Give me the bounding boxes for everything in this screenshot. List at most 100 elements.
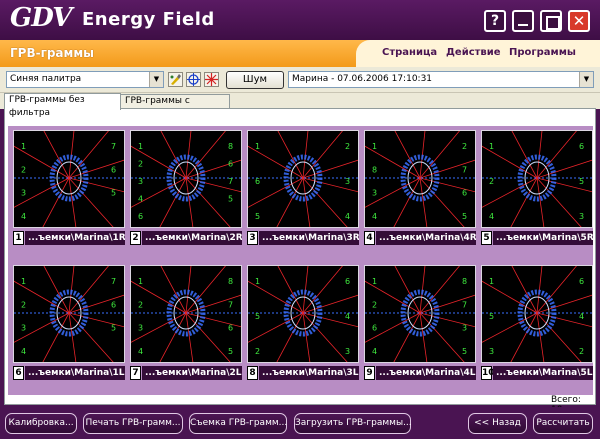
sector-label: 2: [579, 347, 584, 356]
tab-strip: ГРВ-граммы без фильтра ГРВ-граммы с филь…: [0, 93, 600, 119]
image-label: ...ъемки\Marina\5R: [493, 231, 593, 245]
sector-line: [185, 131, 226, 179]
sector-line: [510, 312, 538, 362]
paint-icon[interactable]: [168, 72, 183, 87]
sector-line: [68, 266, 75, 314]
noise-button[interactable]: Шум: [226, 71, 284, 89]
sector-line: [277, 131, 304, 179]
sector-label: 1: [138, 277, 143, 286]
image-caption: 10 ...ъемки\Marina\5L: [481, 366, 593, 380]
session-select-value: Марина - 07.06.2006 17:10:31: [292, 74, 433, 84]
calibration-button[interactable]: Калибровка...: [5, 413, 77, 434]
gdv-image: 1 8 2 7 6 3 4 5: [364, 265, 476, 363]
toolbar: Синяя палитра ▼ Шум Марина - 07.06.2006 …: [0, 67, 600, 93]
gdv-image-tile[interactable]: 1 6 5 4 2 3 8 ...ъемки\Marina\3L: [247, 265, 359, 381]
gdv-image: 1 6 5 4 3 2: [481, 265, 593, 363]
sector-label: 2: [345, 142, 350, 151]
gdv-image: 1 6 5 4 2 3: [247, 265, 359, 363]
sector-line: [511, 131, 538, 179]
gdv-image: 1 8 2 6 3 7 4 5 6: [130, 130, 242, 228]
sector-label: 6: [228, 160, 233, 169]
gdv-glow-image: 1 8 2 6 3 7 4 5 6: [131, 131, 241, 227]
app-window: GDV Energy Field ? ✕ ГРВ-граммы Страница…: [0, 0, 600, 439]
sector-label: 8: [372, 165, 377, 174]
sector-line: [302, 131, 343, 179]
sector-label: 8: [228, 277, 233, 286]
image-label: ...ъемки\Marina\4R: [376, 231, 476, 245]
sector-label: 7: [228, 177, 233, 186]
sector-label: 1: [21, 142, 26, 151]
sector-line: [536, 266, 543, 314]
palette-select[interactable]: Синяя палитра ▼: [6, 71, 164, 88]
gdv-image: 1 7 2 6 3 5 4: [13, 130, 125, 228]
chevron-down-icon[interactable]: ▼: [149, 72, 163, 87]
image-number: 5: [481, 231, 492, 245]
minimize-button[interactable]: [512, 10, 534, 32]
sector-line: [510, 177, 538, 227]
sector-line: [419, 312, 428, 362]
image-caption: 2 ...ъемки\Marina\2R: [130, 231, 242, 245]
gdv-image-tile[interactable]: 1 6 5 4 3 2 10 ...ъемки\Marina\5L: [481, 265, 593, 381]
gdv-image-tile[interactable]: 1 8 2 6 3 7 4 5 6 2 ...ъемки\Marina\2R: [130, 130, 242, 246]
crosshair-icon[interactable]: [186, 72, 201, 87]
bottom-bar: Калибровка... Печать ГРВ-грамм... Съемка…: [0, 407, 600, 439]
app-logo: GDV: [10, 3, 72, 33]
chevron-down-icon[interactable]: ▼: [579, 72, 593, 87]
gdv-image-tile[interactable]: 1 7 2 6 3 5 4 1 ...ъемки\Marina\1R: [13, 130, 125, 246]
gdv-image-tile[interactable]: 1 6 2 5 4 3 5 ...ъемки\Marina\5R: [481, 130, 593, 246]
sector-line: [302, 131, 309, 179]
tab-unfiltered[interactable]: ГРВ-граммы без фильтра: [4, 93, 121, 118]
sector-label: 6: [228, 324, 233, 333]
tab-content: 1 7 2 6 3 5 4 1 ...ъемки\Marina\1R 1 8 2 6 3 7 4 5 6 2 ...ъ…: [4, 108, 596, 415]
sector-label: 6: [111, 300, 116, 309]
sector-label: 4: [489, 212, 494, 221]
load-button[interactable]: Загрузить ГРВ-граммы...: [294, 413, 412, 434]
sector-label: 4: [372, 347, 377, 356]
back-button[interactable]: << Назад: [468, 413, 527, 434]
gdv-image-tile[interactable]: 1 7 2 6 3 5 4 6 ...ъемки\Marina\1L: [13, 265, 125, 381]
help-button[interactable]: ?: [484, 10, 506, 32]
image-number: 3: [247, 231, 258, 245]
image-number: 6: [13, 366, 24, 380]
sector-line: [160, 131, 187, 179]
gdv-glow-image: 1 7 2 6 3 5 4: [14, 266, 124, 362]
menu-item-page[interactable]: Страница: [382, 47, 437, 58]
sector-line: [276, 312, 304, 362]
sector-label: 5: [489, 312, 494, 321]
sector-line: [302, 266, 309, 314]
image-label: ...ъемки\Marina\5L: [493, 366, 593, 380]
menu-item-action[interactable]: Действие: [446, 47, 501, 58]
gdv-image-tile[interactable]: 1 8 2 7 3 6 4 5 7 ...ъемки\Marina\2L: [130, 265, 242, 381]
sector-label: 6: [579, 142, 584, 151]
sector-label: 5: [462, 347, 467, 356]
menu-item-programs[interactable]: Программы: [509, 47, 576, 58]
sector-label: 2: [489, 177, 494, 186]
sector-label: 4: [138, 195, 143, 204]
gdv-glow-image: 1 8 2 7 3 6 4 5: [131, 266, 241, 362]
image-label: ...ъемки\Marina\2L: [142, 366, 242, 380]
capture-button[interactable]: Съемка ГРВ-грамм...: [189, 413, 287, 434]
sector-label: 1: [138, 142, 143, 151]
tab-filtered[interactable]: ГРВ-граммы с фильтром: [120, 94, 230, 119]
calculate-button[interactable]: Рассчитать: [533, 413, 593, 434]
gdv-glow-image: 1 2 8 7 3 6 4 5: [365, 131, 475, 227]
star-icon[interactable]: [204, 72, 219, 87]
gdv-glow-image: 1 6 5 4 3 2: [482, 266, 592, 362]
gdv-image-tile[interactable]: 1 2 8 7 3 6 4 5 4 ...ъемки\Marina\4R: [364, 130, 476, 246]
sector-line: [302, 177, 311, 227]
session-select[interactable]: Марина - 07.06.2006 17:10:31 ▼: [288, 71, 594, 88]
sector-label: 1: [489, 142, 494, 151]
gdv-image: 1 2 8 7 3 6 4 5: [364, 130, 476, 228]
sector-label: 2: [138, 300, 143, 309]
sector-line: [302, 312, 311, 362]
close-button[interactable]: ✕: [568, 10, 590, 32]
image-caption: 9 ...ъемки\Marina\4L: [364, 366, 476, 380]
gdv-image-tile[interactable]: 1 2 6 3 5 4 3 ...ъемки\Marina\3R: [247, 130, 359, 246]
maximize-button[interactable]: [540, 10, 562, 32]
sector-line: [68, 131, 75, 179]
print-button[interactable]: Печать ГРВ-грамм...: [83, 413, 183, 434]
gdv-glow-image: 1 6 5 4 2 3: [248, 266, 358, 362]
gdv-image-tile[interactable]: 1 8 2 7 6 3 4 5 9 ...ъемки\Marina\4L: [364, 265, 476, 381]
gdv-image-grid: 1 7 2 6 3 5 4 1 ...ъемки\Marina\1R 1 8 2 6 3 7 4 5 6 2 ...ъ…: [8, 126, 593, 395]
image-caption: 8 ...ъемки\Marina\3L: [247, 366, 359, 380]
